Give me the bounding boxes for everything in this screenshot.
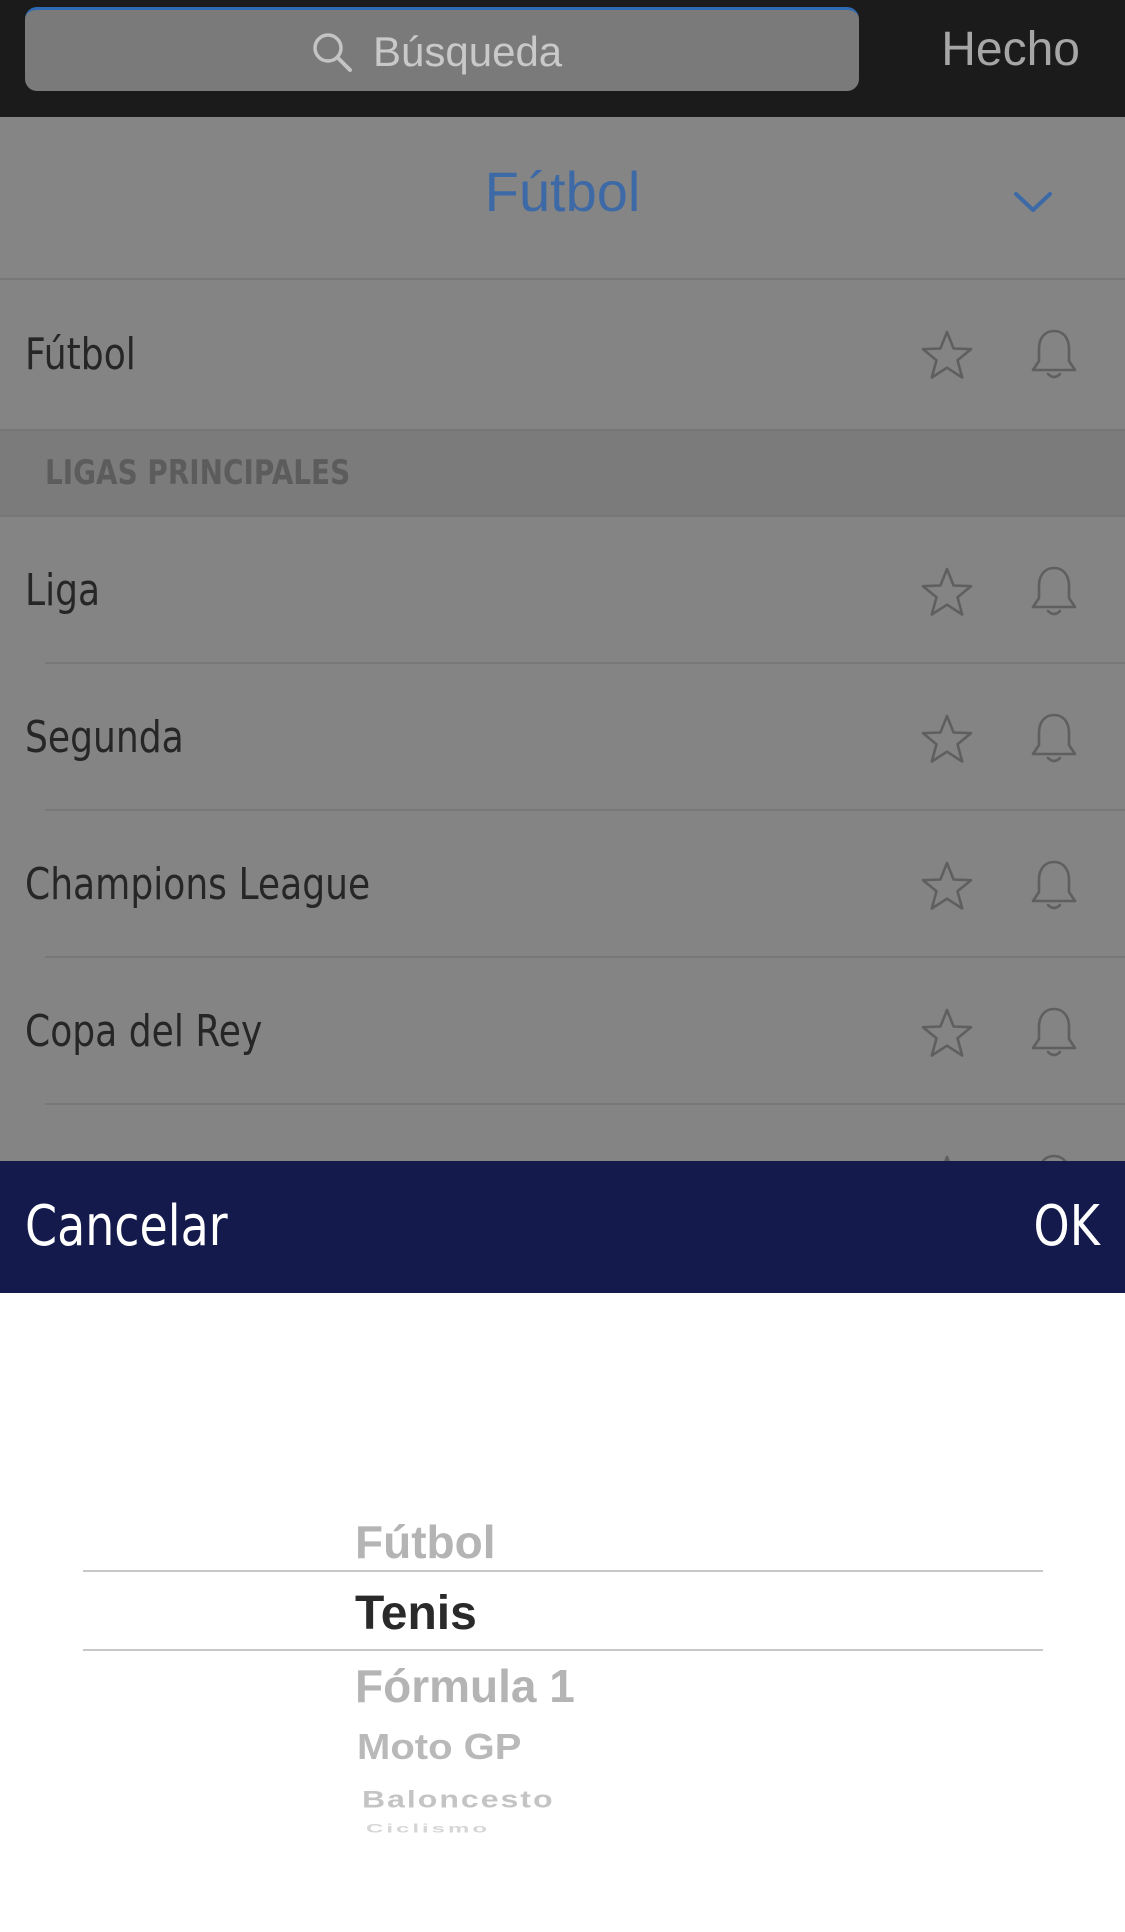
bell-icon[interactable] xyxy=(1028,563,1080,619)
sport-picker[interactable]: Fútbol Tenis Fórmula 1 Moto GP Baloncest… xyxy=(0,1293,1125,1932)
bell-icon[interactable] xyxy=(1028,1151,1080,1161)
search-input[interactable] xyxy=(373,22,833,82)
star-icon[interactable] xyxy=(920,1008,974,1058)
cancel-button[interactable]: Cancelar xyxy=(25,1161,228,1293)
sport-list: Fútbol Fútbol LIGAS PRINCIPALES Liga Seg… xyxy=(0,117,1125,1161)
picker-option[interactable]: Fórmula 1 xyxy=(355,1659,575,1713)
star-icon[interactable] xyxy=(920,861,974,911)
picker-toolbar: Cancelar OK xyxy=(0,1161,1125,1293)
section-header: LIGAS PRINCIPALES xyxy=(0,429,1125,517)
search-bar: Hecho xyxy=(0,0,1125,117)
list-item-label: Liga xyxy=(25,565,101,616)
bell-icon[interactable] xyxy=(1028,326,1080,382)
picker-option-selected[interactable]: Tenis xyxy=(355,1586,477,1641)
bell-icon[interactable] xyxy=(1028,710,1080,766)
star-icon[interactable] xyxy=(920,330,974,380)
list-item-label: Segunda xyxy=(25,712,184,763)
list-item[interactable]: Segunda xyxy=(0,664,1125,811)
picker-selection-top-line xyxy=(83,1570,1043,1572)
list-item-label: Champions League xyxy=(25,859,371,910)
picker-option[interactable]: Moto GP xyxy=(357,1727,521,1768)
sport-selector-title: Fútbol xyxy=(484,160,641,223)
list-item-label: Copa del Rey xyxy=(25,1006,263,1057)
picker-option[interactable]: Ciclismo xyxy=(366,1822,490,1836)
picker-option[interactable]: Fútbol xyxy=(355,1515,496,1569)
list-item[interactable]: Champions League xyxy=(0,811,1125,958)
picker-option[interactable]: Baloncesto xyxy=(362,1786,554,1814)
sport-selector[interactable]: Fútbol xyxy=(0,117,1125,280)
search-icon xyxy=(313,33,352,72)
picker-selection-bottom-line xyxy=(83,1649,1043,1651)
section-header-label: LIGAS PRINCIPALES xyxy=(45,453,351,493)
chevron-down-icon xyxy=(1014,192,1052,212)
ok-button[interactable]: OK xyxy=(1034,1161,1100,1293)
bell-icon[interactable] xyxy=(1028,857,1080,913)
bell-icon[interactable] xyxy=(1028,1004,1080,1060)
star-icon[interactable] xyxy=(920,567,974,617)
list-item-futbol[interactable]: Fútbol xyxy=(0,280,1125,429)
search-field[interactable] xyxy=(25,7,859,91)
list-item-label: Fútbol xyxy=(25,329,136,380)
star-icon[interactable] xyxy=(920,714,974,764)
list-item[interactable]: Copa del Rey xyxy=(0,958,1125,1105)
done-button[interactable]: Hecho xyxy=(941,20,1080,80)
list-item[interactable] xyxy=(0,1105,1125,1161)
list-item[interactable]: Liga xyxy=(0,517,1125,664)
